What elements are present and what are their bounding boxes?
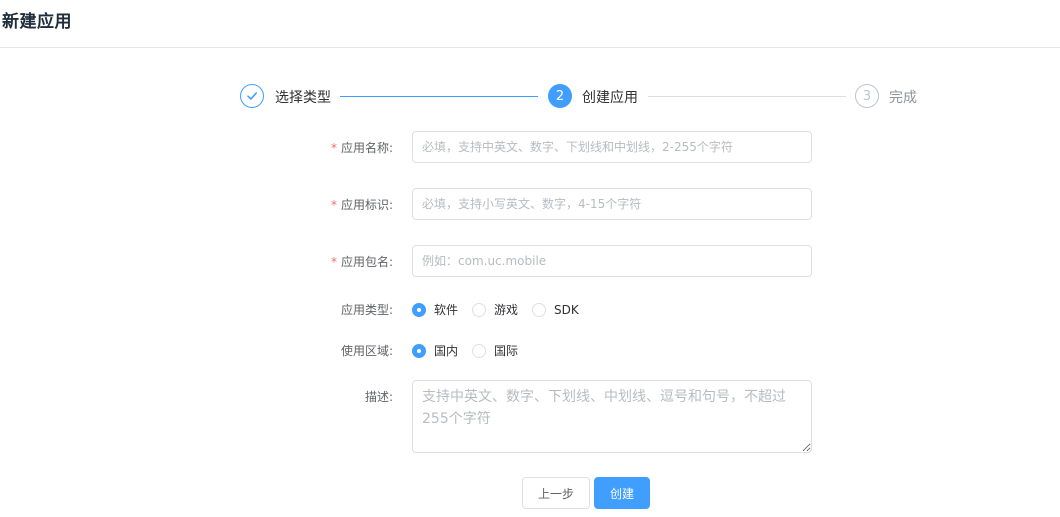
radio-circle-checked[interactable]	[412, 302, 426, 317]
form-row-description: 描述:	[0, 380, 1060, 453]
radio-software[interactable]: 软件	[412, 301, 458, 318]
page-title: 新建应用	[2, 12, 72, 32]
radio-circle-checked[interactable]	[412, 343, 426, 358]
prev-step-button[interactable]: 上一步	[522, 477, 590, 509]
step-connector-2	[648, 96, 846, 97]
radio-circle[interactable]	[472, 302, 487, 317]
app-type-label: 应用类型:	[340, 303, 393, 317]
description-label: 描述:	[364, 390, 393, 404]
create-button[interactable]: 创建	[594, 477, 650, 509]
region-radio-group: 国内 国际	[412, 342, 532, 359]
app-id-label: * 应用标识:	[331, 196, 393, 213]
step-1-label: 选择类型	[275, 90, 331, 106]
app-type-radio-group: 软件 游戏 SDK	[412, 301, 593, 318]
form-row-app-name: * 应用名称:	[0, 131, 1060, 163]
region-label: 使用区域:	[340, 344, 393, 358]
step-2-label: 创建应用	[582, 90, 638, 106]
required-mark: *	[330, 198, 337, 212]
description-textarea[interactable]	[412, 380, 812, 453]
app-name-label-text: 应用名称:	[340, 141, 393, 155]
radio-game-label: 游戏	[494, 303, 519, 317]
step-3-circle: 3	[855, 84, 879, 108]
radio-sdk-label: SDK	[554, 302, 579, 317]
package-label-text: 应用包名:	[340, 255, 393, 269]
form-row-app-type: 应用类型: 软件 游戏 SDK	[0, 299, 1060, 319]
steps: 选择类型 2 创建应用 3 完成	[0, 84, 1060, 110]
radio-sdk[interactable]: SDK	[532, 302, 579, 317]
app-name-label: * 应用名称:	[331, 139, 393, 156]
package-input[interactable]	[412, 245, 812, 277]
radio-domestic-label: 国内	[434, 344, 459, 358]
form-row-region: 使用区域: 国内 国际	[0, 340, 1060, 360]
step-2-circle: 2	[548, 84, 572, 108]
radio-circle[interactable]	[472, 343, 487, 358]
form-row-app-id: * 应用标识:	[0, 188, 1060, 220]
page: 新建应用 选择类型 2 创建应用 3 完成 *应用名称: *应用标识: *应用包…	[0, 0, 1060, 517]
page-header: 新建应用	[0, 0, 1060, 48]
app-id-input[interactable]	[412, 188, 812, 220]
step-3-label: 完成	[889, 90, 917, 106]
required-mark: *	[330, 255, 337, 269]
app-id-label-text: 应用标识:	[340, 198, 393, 212]
radio-software-label: 软件	[434, 303, 459, 317]
step-1-circle	[240, 84, 264, 108]
radio-game[interactable]: 游戏	[472, 301, 518, 318]
step-connector-1	[340, 96, 538, 97]
required-mark: *	[330, 141, 337, 155]
radio-international-label: 国际	[494, 344, 519, 358]
radio-circle[interactable]	[532, 302, 547, 317]
radio-domestic[interactable]: 国内	[412, 342, 458, 359]
app-name-input[interactable]	[412, 131, 812, 163]
package-label: * 应用包名:	[331, 253, 393, 270]
form-row-package: * 应用包名:	[0, 245, 1060, 277]
check-icon	[247, 92, 257, 100]
radio-international[interactable]: 国际	[472, 342, 518, 359]
